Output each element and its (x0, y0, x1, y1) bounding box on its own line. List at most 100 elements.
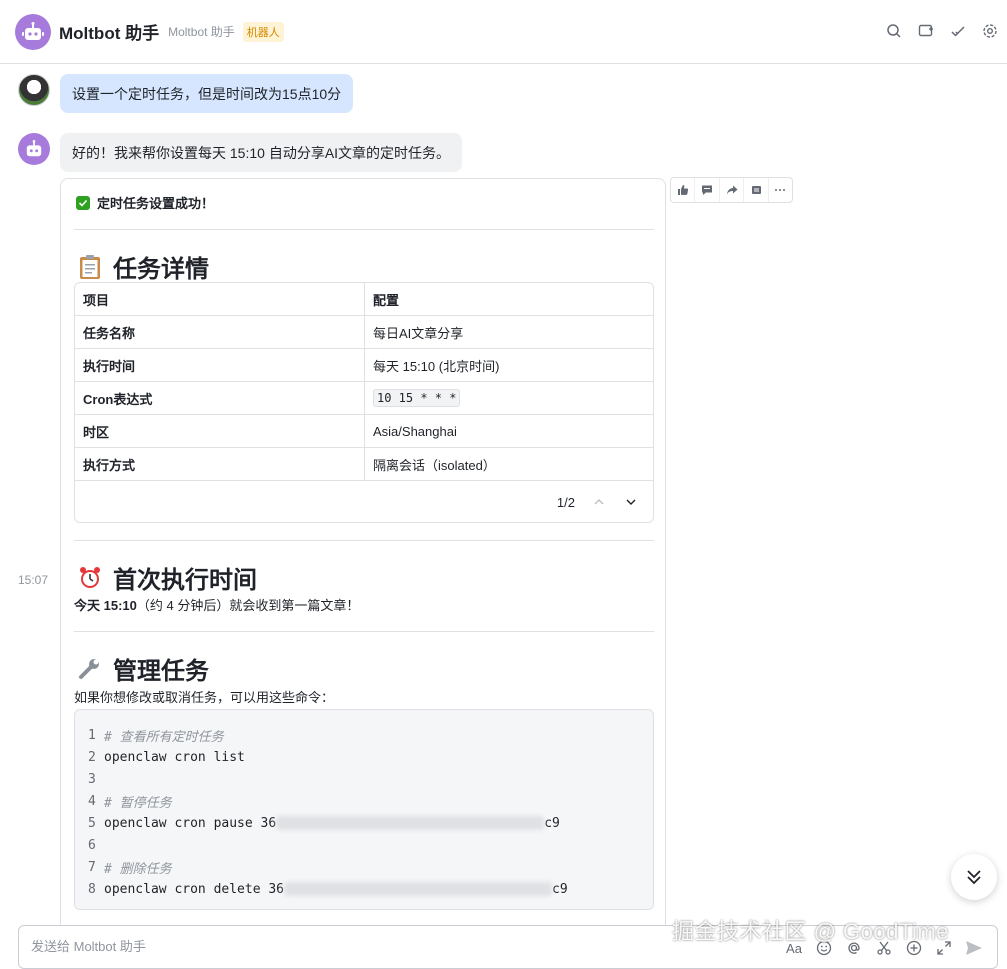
table-cell: 执行时间 (75, 349, 365, 381)
quote-icon[interactable] (744, 178, 769, 202)
code-comment: # 查看所有定时任务 (104, 729, 224, 745)
robot-icon (26, 140, 42, 157)
user-message-text: 设置一个定时任务，但是时间改为15点10分 (72, 85, 342, 102)
table-cell: 每日AI文章分享 (373, 325, 464, 341)
code-line: 8 openclaw cron delete 36 c9 (88, 878, 653, 900)
header-actions (885, 22, 999, 40)
line-number: 2 (88, 749, 96, 765)
section-title-text: 首次执行时间 (113, 567, 257, 594)
bot-message-avatar[interactable] (18, 133, 50, 165)
divider (74, 229, 654, 230)
divider (74, 631, 654, 632)
table-cell: 任务名称 (75, 316, 365, 348)
chat-subtitle: Moltbot 助手 (168, 25, 235, 39)
success-text: 定时任务设置成功！ (97, 196, 215, 211)
scroll-to-bottom-button[interactable] (951, 854, 997, 900)
table-cell: 10 15 * * * (365, 382, 653, 414)
section-title-text: 管理任务 (113, 658, 209, 685)
line-number: 6 (88, 837, 96, 853)
code-line: 3 (88, 768, 653, 790)
first-run-time: 今天 15:10 (74, 598, 137, 613)
forward-icon[interactable] (720, 178, 745, 202)
code-suffix: c9 (544, 815, 560, 831)
code-text: openclaw cron delete 36 (104, 881, 285, 897)
chevron-down-icon[interactable] (623, 494, 639, 510)
line-number: 7 (88, 859, 96, 875)
redacted-id (276, 816, 545, 830)
message-input[interactable] (31, 939, 631, 954)
task-card: 定时任务设置成功！ 任务详情 项目 配置 任务名称 每日AI文章分享 执行时间 … (60, 178, 666, 938)
table-header-row: 项目 配置 (75, 283, 653, 316)
page-indicator: 1/2 (556, 494, 575, 510)
first-run-text: 今天 15:10（约 4 分钟后）就会收到第一篇文章！ (74, 595, 359, 614)
section-title-text: 任务详情 (113, 256, 209, 283)
first-run-note: （约 4 分钟后）就会收到第一篇文章！ (136, 598, 360, 613)
manage-description: 如果你想修改或取消任务，可以用这些命令： (74, 690, 335, 705)
code-line: 1 # 查看所有定时任务 (88, 724, 653, 746)
code-suffix: c9 (552, 881, 568, 897)
line-number: 3 (88, 771, 96, 787)
table-header-cell: 项目 (75, 283, 365, 315)
settings-icon[interactable] (981, 22, 999, 40)
add-window-icon[interactable] (917, 22, 935, 40)
comment-icon[interactable] (695, 178, 720, 202)
task-detail-table: 项目 配置 任务名称 每日AI文章分享 执行时间 每天 15:10 (北京时间)… (74, 282, 654, 523)
search-icon[interactable] (885, 22, 903, 40)
section-title-manage: 管理任务 (77, 651, 209, 686)
bot-badge: 机器人 (242, 21, 284, 42)
code-line: 2 openclaw cron list (88, 746, 653, 768)
wrench-icon (77, 656, 103, 682)
table-row: 时区 Asia/Shanghai (75, 415, 653, 448)
table-cell: 时区 (75, 415, 365, 447)
code-comment: # 暂停任务 (104, 795, 172, 811)
user-message-bubble: 设置一个定时任务，但是时间改为15点10分 (60, 74, 354, 113)
message-timestamp: 15:07 (18, 573, 49, 587)
section-title-first-run: 首次执行时间 (77, 560, 257, 595)
table-row: 任务名称 每日AI文章分享 (75, 316, 653, 349)
checkmark-icon[interactable] (949, 22, 967, 40)
thumbs-up-icon[interactable] (671, 178, 696, 202)
code-line: 5 openclaw cron pause 36 c9 (88, 812, 653, 834)
code-block[interactable]: 1 # 查看所有定时任务 2 openclaw cron list 3 4 # 暂停任… (74, 709, 654, 910)
double-chevron-down-icon (967, 870, 981, 885)
code-text: openclaw cron list (104, 749, 245, 765)
table-cell: 每天 15:10 (北京时间) (373, 358, 500, 374)
line-number: 5 (88, 815, 96, 831)
line-number: 1 (88, 727, 96, 743)
section-title-details: 任务详情 (77, 249, 209, 284)
code-line: 4 # 暂停任务 (88, 790, 653, 812)
robot-icon (22, 21, 44, 40)
code-line: 7 # 删除任务 (88, 856, 653, 878)
table-row: 执行方式 隔离会话（isolated） (75, 448, 653, 481)
table-row: 执行时间 每天 15:10 (北京时间) (75, 349, 653, 382)
redacted-id (284, 882, 553, 896)
user-avatar[interactable] (18, 74, 50, 106)
code-comment: # 删除任务 (104, 861, 172, 877)
chat-header: Moltbot 助手 Moltbot 助手 机器人 (0, 0, 1007, 64)
success-line: 定时任务设置成功！ (76, 193, 214, 212)
bot-avatar[interactable] (15, 13, 51, 50)
table-cell: 执行方式 (75, 448, 365, 480)
bot-message-text: 好的！我来帮你设置每天 15:10 自动分享AI文章的定时任务。 (72, 144, 451, 161)
table-row: Cron表达式 10 15 * * * (75, 382, 653, 415)
code-line: 6 (88, 834, 653, 856)
more-icon[interactable] (769, 178, 792, 202)
chevron-up-icon[interactable] (591, 494, 607, 510)
send-icon[interactable] (965, 939, 983, 957)
message-toolbar (670, 177, 793, 203)
checkbox-checked-icon (76, 195, 90, 210)
line-number: 4 (88, 793, 96, 809)
clipboard-icon (77, 254, 103, 280)
watermark: 掘金技术社区 @ GoodTime (672, 919, 949, 944)
divider (74, 540, 654, 541)
table-cell: Cron表达式 (75, 382, 365, 414)
chat-title[interactable]: Moltbot 助手 (59, 19, 159, 44)
table-cell: 隔离会话（isolated） (373, 457, 496, 473)
alarm-clock-icon (77, 565, 103, 591)
code-text: openclaw cron pause 36 (104, 815, 277, 831)
bot-message-bubble: 好的！我来帮你设置每天 15:10 自动分享AI文章的定时任务。 (60, 133, 463, 172)
line-number: 8 (88, 881, 96, 897)
cron-expression: 10 15 * * * (373, 389, 461, 407)
table-cell: Asia/Shanghai (373, 423, 457, 439)
table-pager: 1/2 (557, 482, 653, 522)
